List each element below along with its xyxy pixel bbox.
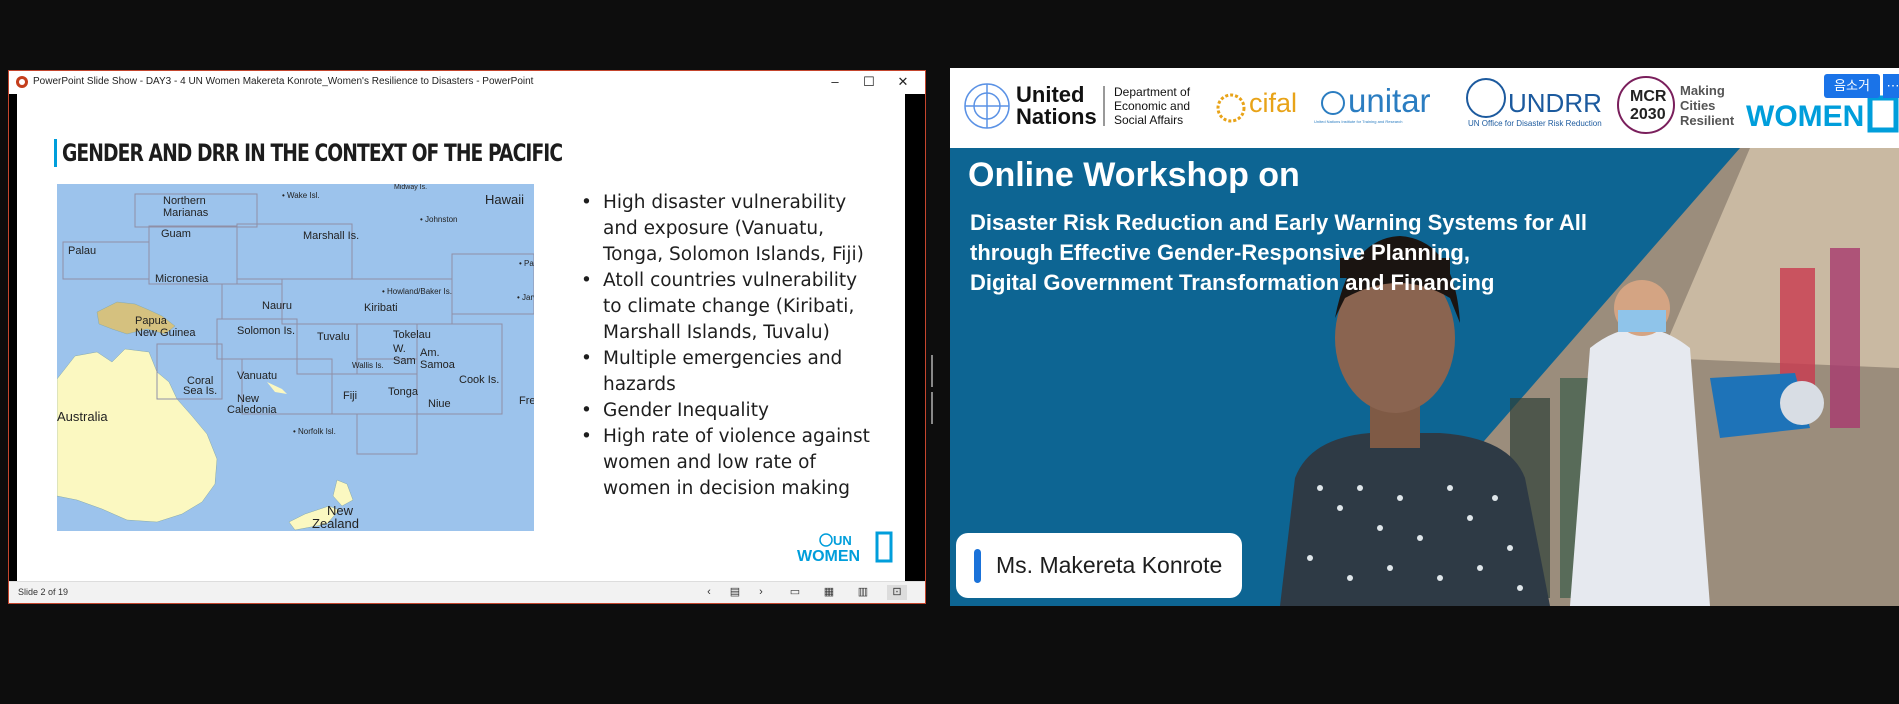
undrr-emblem-icon [1466,78,1506,118]
svg-text:Niue: Niue [428,398,451,410]
speaker-name-card: Ms. Makereta Konrote [956,533,1242,598]
heading-accent-bar [54,139,57,167]
slide-sorter-icon[interactable]: ▤ [725,585,745,600]
un-emblem-icon [964,83,1010,129]
svg-text:• Johnston: • Johnston [420,215,458,224]
svg-text:UN Office for Disaster Risk Re: UN Office for Disaster Risk Reduction [1468,119,1602,128]
list-item: Atoll countries vulnerability to climate… [581,268,881,346]
un-women-logo: UN WOMEN [797,531,893,565]
list-item: High disaster vulnerability and exposure… [581,190,881,268]
partner-logo-banner: United Nations Department of Economic an… [950,68,1899,148]
svg-text:Tonga: Tonga [388,386,419,398]
svg-text:cifal: cifal [1249,88,1297,118]
next-slide-icon[interactable]: › [751,585,771,600]
speaker-name: Ms. Makereta Konrote [996,552,1223,578]
svg-text:Palau: Palau [68,245,96,257]
svg-text:Caledonia: Caledonia [227,404,277,416]
powerpoint-window[interactable]: PowerPoint Slide Show - DAY3 - 4 UN Wome… [8,70,926,604]
svg-text:New Guinea: New Guinea [135,327,196,339]
svg-text:UN: UN [833,533,852,548]
svg-text:unitar: unitar [1348,82,1431,119]
svg-text:Marshall Is.: Marshall Is. [303,230,359,242]
svg-text:Solomon Is.: Solomon Is. [237,325,295,337]
map-label-northern: Northern [163,195,206,207]
powerpoint-app-icon [16,76,28,88]
slide-counter: Slide 2 of 19 [18,587,69,597]
svg-text:Making: Making [1680,83,1725,98]
svg-text:Vanuatu: Vanuatu [237,370,277,382]
svg-text:Cities: Cities [1680,98,1715,113]
minimize-button[interactable]: – [821,73,849,91]
pacific-map: Northern Marianas • Wake Isl. Midway Is.… [57,184,534,531]
window-title: PowerPoint Slide Show - DAY3 - 4 UN Wome… [33,76,534,87]
speaker-video-feed[interactable]: United Nations Department of Economic an… [950,68,1899,606]
svg-text:Samoa: Samoa [420,359,456,371]
svg-text:MCR: MCR [1630,88,1667,105]
svg-text:• Jarvis: • Jarvis [517,293,534,302]
svg-text:Midway Is.: Midway Is. [394,184,427,191]
pane-splitter-handle[interactable] [931,355,937,424]
more-options-button[interactable]: ⋯ [1883,74,1899,98]
workshop-subtitle-line: Disaster Risk Reduction and Early Warnin… [970,210,1587,235]
mcr2030-logo-icon [1617,76,1675,134]
svg-text:Wallis Is.: Wallis Is. [352,361,384,370]
svg-text:Micronesia: Micronesia [155,273,209,285]
slide[interactable]: GENDER AND DRR IN THE CONTEXT OF THE PAC… [17,94,905,582]
name-accent-bar [974,549,981,583]
svg-text:Fiji: Fiji [343,390,357,402]
maximize-button[interactable]: ☐ [855,73,883,91]
grid-view-icon[interactable]: ▦ [819,585,839,600]
workshop-subtitle-line: Digital Government Transformation and Fi… [970,270,1495,295]
slide-show-view-icon[interactable]: ⊡ [887,585,907,600]
slide-bullet-list: High disaster vulnerability and exposure… [581,190,881,502]
svg-text:Social Affairs: Social Affairs [1114,113,1183,127]
window-titlebar[interactable]: PowerPoint Slide Show - DAY3 - 4 UN Wome… [9,71,925,94]
list-item: Multiple emergencies and hazards [581,346,881,398]
svg-text:Sea Is.: Sea Is. [183,385,217,397]
svg-text:• Norfolk Isl.: • Norfolk Isl. [293,427,336,436]
svg-text:WOMEN: WOMEN [1746,100,1864,133]
svg-text:Papua: Papua [135,315,168,327]
svg-text:Hawaii: Hawaii [485,192,524,207]
svg-text:United Nations Institute for T: United Nations Institute for Training an… [1314,119,1403,124]
svg-text:Resilient: Resilient [1680,113,1735,128]
svg-text:Tuvalu: Tuvalu [317,331,350,343]
svg-text:Am.: Am. [420,347,440,359]
svg-text:Economic and: Economic and [1114,99,1190,113]
svg-text:Zealand: Zealand [312,516,359,531]
mute-status-tag[interactable]: 음소거 [1824,74,1880,98]
normal-view-icon[interactable]: ▭ [785,585,805,600]
previous-slide-icon[interactable]: ‹ [699,585,719,600]
svg-text:Guam: Guam [161,228,191,240]
svg-text:W.: W. [393,343,406,355]
svg-text:Australia: Australia [57,409,108,424]
svg-text:Kiribati: Kiribati [364,302,398,314]
svg-text:• Wake Isl.: • Wake Isl. [282,191,320,200]
svg-text:Cook Is.: Cook Is. [459,374,499,386]
list-item: Gender Inequality [581,398,881,424]
svg-text:Sam: Sam [393,355,416,367]
unitar-globe-icon [1321,91,1345,115]
close-button[interactable]: ✕ [889,73,917,91]
svg-text:Nauru: Nauru [262,300,292,312]
svg-text:Nations: Nations [1016,104,1097,129]
workshop-subtitle-line: through Effective Gender-Responsive Plan… [970,240,1470,265]
workshop-subtitle: Disaster Risk Reduction and Early Warnin… [970,208,1587,298]
status-bar: Slide 2 of 19 ‹ ▤ › ▭ ▦ ▥ ⊡ [9,581,925,603]
svg-text:UNDRR: UNDRR [1508,88,1602,118]
slide-heading: GENDER AND DRR IN THE CONTEXT OF THE PAC… [62,139,563,167]
svg-text:• Howland/Baker Is.: • Howland/Baker Is. [382,287,452,296]
svg-text:Department of: Department of [1114,85,1191,99]
slide-show-area: GENDER AND DRR IN THE CONTEXT OF THE PAC… [9,94,925,582]
svg-text:Fre: Fre [519,395,534,407]
svg-text:2030: 2030 [1630,106,1666,123]
svg-text:Tokelau: Tokelau [393,329,431,341]
svg-text:Marianas: Marianas [163,207,209,219]
list-item: High rate of violence against women and … [581,424,881,502]
svg-text:WOMEN: WOMEN [797,548,860,565]
workshop-title: Online Workshop on [968,156,1300,194]
reading-view-icon[interactable]: ▥ [853,585,873,600]
cifal-globe-icon [1216,93,1246,123]
svg-text:• Palmyra: • Palmyra [519,259,534,268]
